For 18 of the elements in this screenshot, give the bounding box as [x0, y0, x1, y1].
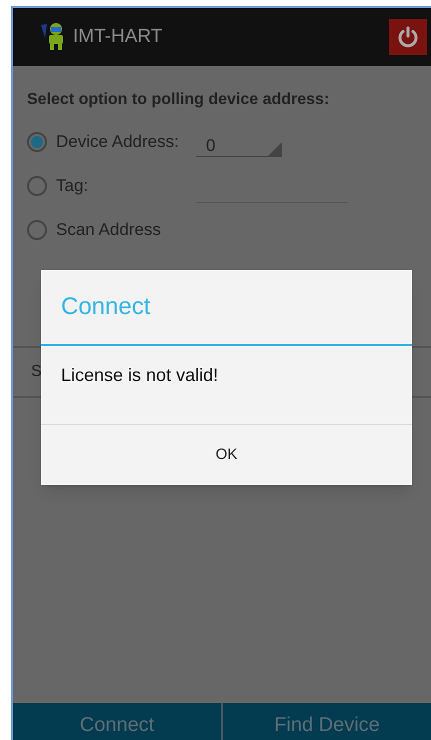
dropdown-triangle-icon [268, 142, 282, 156]
option-label: Device Address: [56, 131, 180, 154]
option-label: Tag: [56, 175, 90, 198]
dialog-message: License is not valid! [61, 365, 218, 385]
bottom-button[interactable]: Find Device [221, 703, 431, 740]
bottom-button[interactable]: Connect [13, 703, 221, 740]
option-label: Scan Address [56, 219, 162, 242]
dialog-title: Connect [41, 270, 412, 346]
address-dropdown[interactable]: 0 [196, 133, 282, 157]
section-label: S [31, 362, 42, 382]
app-title: IMT-HART [73, 24, 162, 49]
radio-button[interactable] [27, 176, 47, 196]
radio-button[interactable] [27, 132, 47, 152]
power-button[interactable] [389, 19, 427, 55]
prompt-text: Select option to polling device address: [27, 90, 330, 110]
power-icon [396, 25, 420, 49]
radio-button[interactable] [27, 220, 47, 240]
ok-button[interactable]: OK [41, 425, 412, 485]
